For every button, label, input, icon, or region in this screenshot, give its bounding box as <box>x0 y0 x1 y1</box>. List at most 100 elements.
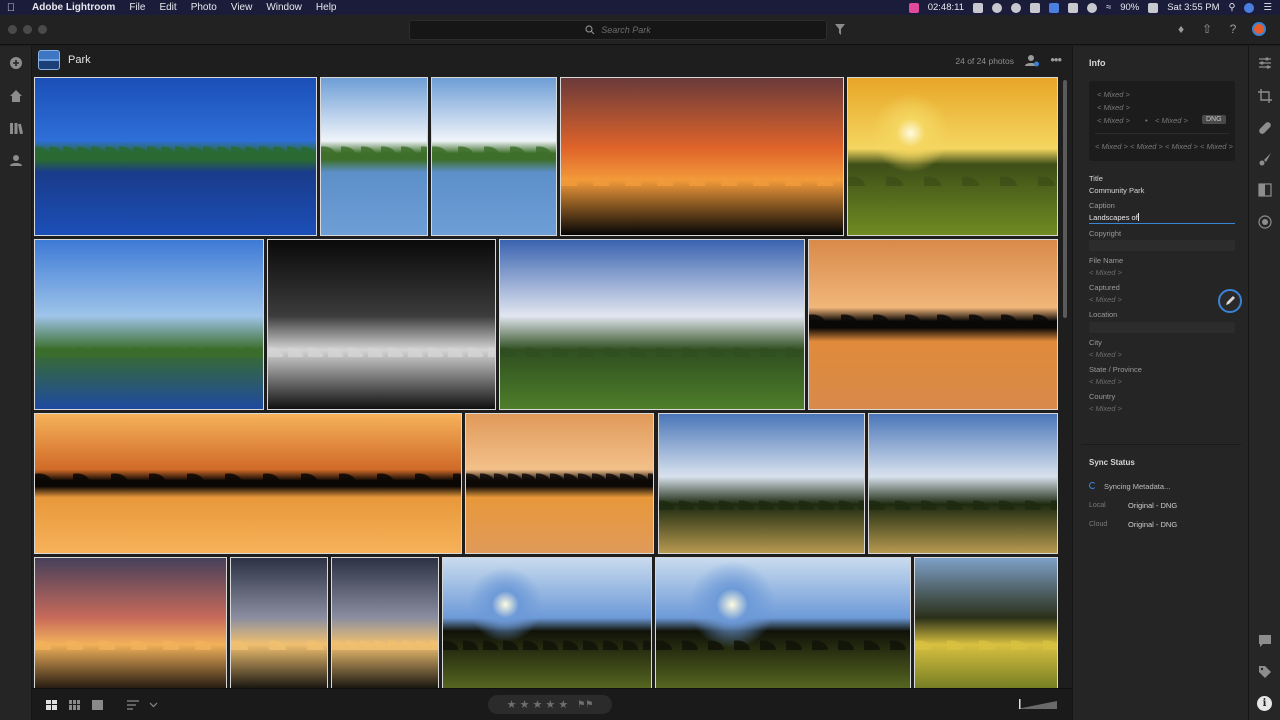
photo-thumbnail[interactable] <box>34 413 462 554</box>
photo-thumbnail[interactable] <box>808 239 1058 410</box>
city-label: City <box>1089 338 1102 347</box>
app-menu[interactable]: Adobe Lightroom <box>32 2 115 13</box>
info-icon[interactable]: i <box>1257 696 1272 711</box>
caption-label: Caption <box>1089 201 1115 210</box>
treeline-silhouette <box>268 332 495 357</box>
photo-thumbnail[interactable] <box>34 77 317 236</box>
search-field[interactable]: Search Park <box>409 20 827 40</box>
close-window-button[interactable] <box>8 25 17 34</box>
time-machine-icon[interactable] <box>1086 2 1097 13</box>
copyright-label: Copyright <box>1089 229 1122 238</box>
treeline-silhouette <box>35 332 263 357</box>
home-icon[interactable] <box>9 89 23 103</box>
more-options-icon[interactable]: ••• <box>1050 52 1062 67</box>
thumbnail-size-slider[interactable] <box>1017 699 1057 709</box>
square-grid-view-icon[interactable] <box>46 700 57 710</box>
menu-clock[interactable]: Sat 3:55 PM <box>1167 2 1219 13</box>
grid-scrollbar[interactable] <box>1063 80 1067 318</box>
grid-view-icon[interactable] <box>69 700 80 710</box>
edit-capture-time-button[interactable] <box>1218 289 1242 313</box>
notification-center-icon[interactable]: ☰ <box>1263 2 1272 13</box>
photo-thumbnail[interactable] <box>465 413 654 554</box>
photo-thumbnail[interactable] <box>34 239 264 410</box>
captured-value[interactable]: < Mixed > <box>1089 295 1122 304</box>
menu-help[interactable]: Help <box>316 2 337 13</box>
zoom-window-button[interactable] <box>38 25 47 34</box>
status-app-icon[interactable] <box>908 2 919 13</box>
filename-label: File Name <box>1089 256 1124 265</box>
bell-icon[interactable]: ♦ <box>1174 22 1188 36</box>
photo-thumbnail[interactable] <box>320 77 428 236</box>
photo-thumbnail[interactable] <box>34 557 227 688</box>
caption-field[interactable]: Landscapes of <box>1089 213 1235 224</box>
treeline-silhouette <box>500 332 804 357</box>
creative-cloud-icon[interactable] <box>1010 2 1021 13</box>
minimize-window-button[interactable] <box>23 25 32 34</box>
cloud-sync-icon[interactable] <box>991 2 1002 13</box>
photo-thumbnail[interactable] <box>914 557 1058 688</box>
battery-icon[interactable] <box>1148 2 1159 13</box>
state-value[interactable]: < Mixed > <box>1089 377 1122 386</box>
screen-icon[interactable] <box>1048 2 1059 13</box>
flag-buttons[interactable]: ⚑⚑ <box>577 699 593 710</box>
chevron-down-icon[interactable] <box>149 700 158 710</box>
linear-gradient-icon[interactable] <box>1258 183 1272 197</box>
siri-icon[interactable] <box>1244 2 1255 13</box>
location-field[interactable] <box>1089 322 1235 333</box>
photo-thumbnail[interactable] <box>655 557 911 688</box>
location-label: Location <box>1089 310 1118 319</box>
photo-thumbnail[interactable] <box>847 77 1058 236</box>
tag-icon[interactable] <box>1258 665 1272 679</box>
photo-thumbnail[interactable] <box>230 557 328 688</box>
people-icon[interactable] <box>9 153 23 167</box>
wifi-icon[interactable]: ≈ <box>1106 2 1111 13</box>
city-value[interactable]: < Mixed > <box>1089 350 1122 359</box>
photo-thumbnail[interactable] <box>560 77 844 236</box>
status-icon[interactable] <box>1029 2 1040 13</box>
dropbox-icon[interactable] <box>972 2 983 13</box>
menu-view[interactable]: View <box>231 2 253 13</box>
library-icon[interactable] <box>9 121 23 135</box>
radial-gradient-icon[interactable] <box>1258 215 1272 229</box>
battery-percent[interactable]: 90% <box>1120 2 1139 13</box>
filter-icon[interactable] <box>835 24 845 35</box>
sort-icon[interactable] <box>127 700 141 710</box>
edit-sliders-icon[interactable] <box>1258 56 1272 70</box>
treeline-silhouette <box>231 631 327 650</box>
photo-thumbnail[interactable] <box>267 239 496 410</box>
menu-edit[interactable]: Edit <box>159 2 176 13</box>
country-value[interactable]: < Mixed > <box>1089 404 1122 413</box>
add-photos-icon[interactable] <box>9 56 23 70</box>
photo-thumbnail[interactable] <box>658 413 865 554</box>
comment-icon[interactable] <box>1258 634 1272 648</box>
photo-thumbnail[interactable] <box>442 557 652 688</box>
help-icon[interactable]: ? <box>1226 22 1240 36</box>
sync-message: Syncing Metadata... <box>1104 482 1171 491</box>
copyright-field[interactable] <box>1089 240 1235 251</box>
photo-thumbnail[interactable] <box>499 239 805 410</box>
spotlight-icon[interactable]: ⚲ <box>1229 2 1236 13</box>
photo-thumbnail[interactable] <box>331 557 439 688</box>
photo-thumbnail[interactable] <box>431 77 557 236</box>
star-rating[interactable]: ★ ★ ★ ★ ★ <box>507 698 569 711</box>
share-album-icon[interactable] <box>1025 53 1039 67</box>
title-field[interactable]: Community Park <box>1089 186 1144 195</box>
menu-photo[interactable]: Photo <box>191 2 217 13</box>
exif-summary: < Mixed > < Mixed > < Mixed > • < Mixed … <box>1089 81 1235 161</box>
display-icon[interactable] <box>1067 2 1078 13</box>
macos-menu-bar:  Adobe Lightroom File Edit Photo View W… <box>0 0 1280 15</box>
menu-window[interactable]: Window <box>266 2 302 13</box>
brush-icon[interactable] <box>1258 152 1272 166</box>
timer-clock[interactable]: 02:48:11 <box>928 2 964 13</box>
menu-file[interactable]: File <box>129 2 145 13</box>
treeline-silhouette <box>432 137 556 157</box>
user-avatar[interactable] <box>1252 22 1266 36</box>
panel-divider <box>1081 444 1241 445</box>
detail-view-icon[interactable] <box>92 700 103 710</box>
treeline-silhouette <box>35 137 316 157</box>
healing-icon[interactable] <box>1258 121 1272 135</box>
photo-thumbnail[interactable] <box>868 413 1058 554</box>
apple-menu-icon[interactable]:  <box>0 2 22 14</box>
share-icon[interactable]: ⇧ <box>1200 22 1214 36</box>
crop-icon[interactable] <box>1258 89 1272 103</box>
